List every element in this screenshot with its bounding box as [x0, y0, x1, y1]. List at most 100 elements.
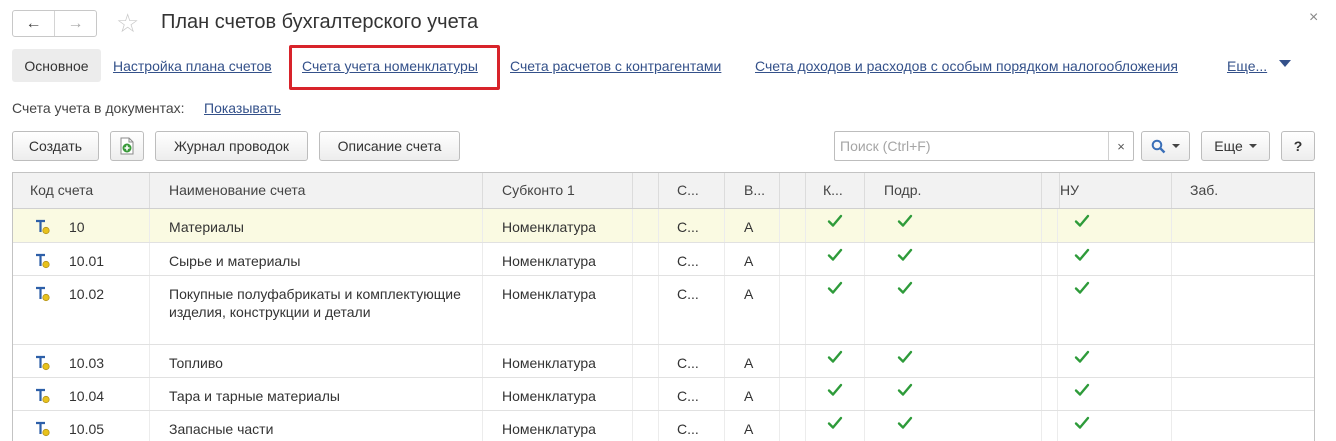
cell-blank[interactable] — [1042, 378, 1058, 410]
cell-blank[interactable] — [633, 378, 659, 410]
cell-podr[interactable] — [865, 378, 1042, 410]
cell-blank[interactable] — [780, 411, 806, 441]
column-header-blank-1[interactable] — [633, 173, 659, 208]
cell-k[interactable] — [806, 276, 865, 344]
cell-sub1[interactable]: Номенклатура — [483, 209, 633, 242]
cell-code[interactable]: 10.04 — [13, 378, 150, 410]
cell-nu[interactable] — [1058, 276, 1172, 344]
column-header-k[interactable]: К... — [806, 173, 865, 208]
cell-nu[interactable] — [1058, 209, 1172, 242]
column-header-subconto1[interactable]: Субконто 1 — [483, 173, 633, 208]
table-row[interactable]: 10 Материалы Номенклатура С... А — [13, 209, 1314, 243]
table-row[interactable]: 10.05 Запасные части Номенклатура С... А — [13, 411, 1314, 441]
cell-k[interactable] — [806, 411, 865, 441]
cell-blank[interactable] — [633, 209, 659, 242]
cell-s[interactable]: С... — [659, 411, 725, 441]
cell-s[interactable]: С... — [659, 345, 725, 377]
cell-zab[interactable] — [1172, 411, 1314, 441]
cell-zab[interactable] — [1172, 345, 1314, 377]
favorite-star-icon[interactable]: ☆ — [116, 9, 139, 37]
journal-entries-button[interactable]: Журнал проводок — [155, 131, 308, 161]
cell-podr[interactable] — [865, 276, 1042, 344]
cell-blank[interactable] — [633, 276, 659, 344]
tab-more[interactable]: Еще... — [1227, 58, 1267, 74]
column-header-blank-2[interactable] — [780, 173, 806, 208]
cell-code[interactable]: 10.05 — [13, 411, 150, 441]
table-row[interactable]: 10.01 Сырье и материалы Номенклатура С... А — [13, 243, 1314, 276]
cell-podr[interactable] — [865, 411, 1042, 441]
column-header-podr[interactable]: Подр. — [865, 173, 1042, 208]
cell-s[interactable]: С... — [659, 209, 725, 242]
tab-main[interactable]: Основное — [12, 49, 101, 82]
cell-code[interactable]: 10 — [13, 209, 150, 242]
cell-zab[interactable] — [1172, 276, 1314, 344]
column-header-nu[interactable]: НУ — [1058, 173, 1172, 208]
column-header-name[interactable]: Наименование счета — [150, 173, 483, 208]
cell-k[interactable] — [806, 378, 865, 410]
help-button[interactable]: ? — [1281, 131, 1315, 161]
cell-blank[interactable] — [780, 276, 806, 344]
cell-name[interactable]: Сырье и материалы — [150, 243, 483, 275]
cell-blank[interactable] — [1042, 411, 1058, 441]
cell-sub1[interactable]: Номенклатура — [483, 276, 633, 344]
cell-blank[interactable] — [780, 243, 806, 275]
cell-blank[interactable] — [633, 411, 659, 441]
account-description-button[interactable]: Описание счета — [319, 131, 460, 161]
cell-v[interactable]: А — [725, 411, 780, 441]
cell-blank[interactable] — [780, 345, 806, 377]
column-header-zab[interactable]: Заб. — [1172, 173, 1314, 208]
cell-name[interactable]: Покупные полуфабрикаты и комплектующие и… — [150, 276, 483, 344]
cell-sub1[interactable]: Номенклатура — [483, 411, 633, 441]
more-actions-button[interactable]: Еще — [1201, 131, 1270, 161]
search-options-button[interactable] — [1141, 131, 1190, 161]
cell-code[interactable]: 10.02 — [13, 276, 150, 344]
cell-sub1[interactable]: Номенклатура — [483, 243, 633, 275]
cell-blank[interactable] — [780, 209, 806, 242]
column-header-s[interactable]: С... — [659, 173, 725, 208]
cell-nu[interactable] — [1058, 411, 1172, 441]
create-button[interactable]: Создать — [12, 131, 99, 161]
cell-v[interactable]: А — [725, 276, 780, 344]
cell-podr[interactable] — [865, 209, 1042, 242]
cell-nu[interactable] — [1058, 243, 1172, 275]
cell-blank[interactable] — [1042, 209, 1058, 242]
forward-arrow-icon[interactable]: → — [54, 11, 96, 36]
cell-s[interactable]: С... — [659, 378, 725, 410]
cell-blank[interactable] — [780, 378, 806, 410]
tab-counterparty-accounts[interactable]: Счета расчетов с контрагентами — [510, 58, 721, 74]
cell-code[interactable]: 10.01 — [13, 243, 150, 275]
cell-v[interactable]: А — [725, 209, 780, 242]
cell-podr[interactable] — [865, 243, 1042, 275]
cell-k[interactable] — [806, 243, 865, 275]
cell-v[interactable]: А — [725, 345, 780, 377]
clear-search-icon[interactable]: × — [1108, 132, 1133, 160]
cell-zab[interactable] — [1172, 209, 1314, 242]
cell-v[interactable]: А — [725, 378, 780, 410]
column-header-code[interactable]: Код счета — [13, 173, 150, 208]
cell-s[interactable]: С... — [659, 276, 725, 344]
back-arrow-icon[interactable]: ← — [13, 11, 54, 36]
cell-code[interactable]: 10.03 — [13, 345, 150, 377]
cell-nu[interactable] — [1058, 378, 1172, 410]
cell-podr[interactable] — [865, 345, 1042, 377]
more-dropdown-icon[interactable] — [1279, 60, 1291, 67]
cell-nu[interactable] — [1058, 345, 1172, 377]
cell-name[interactable]: Материалы — [150, 209, 483, 242]
cell-blank[interactable] — [633, 345, 659, 377]
cell-zab[interactable] — [1172, 243, 1314, 275]
cell-blank[interactable] — [1042, 243, 1058, 275]
cell-sub1[interactable]: Номенклатура — [483, 378, 633, 410]
search-input[interactable] — [835, 132, 1108, 160]
tab-chart-settings[interactable]: Настройка плана счетов — [113, 58, 272, 74]
cell-k[interactable] — [806, 209, 865, 242]
cell-blank[interactable] — [1042, 276, 1058, 344]
cell-name[interactable]: Запасные части — [150, 411, 483, 441]
cell-v[interactable]: А — [725, 243, 780, 275]
close-icon[interactable]: × — [1309, 9, 1318, 27]
table-row[interactable]: 10.03 Топливо Номенклатура С... А — [13, 345, 1314, 378]
cell-s[interactable]: С... — [659, 243, 725, 275]
cell-name[interactable]: Топливо — [150, 345, 483, 377]
copy-document-button[interactable] — [110, 131, 144, 161]
table-row[interactable]: 10.04 Тара и тарные материалы Номенклатура… — [13, 378, 1314, 411]
cell-k[interactable] — [806, 345, 865, 377]
